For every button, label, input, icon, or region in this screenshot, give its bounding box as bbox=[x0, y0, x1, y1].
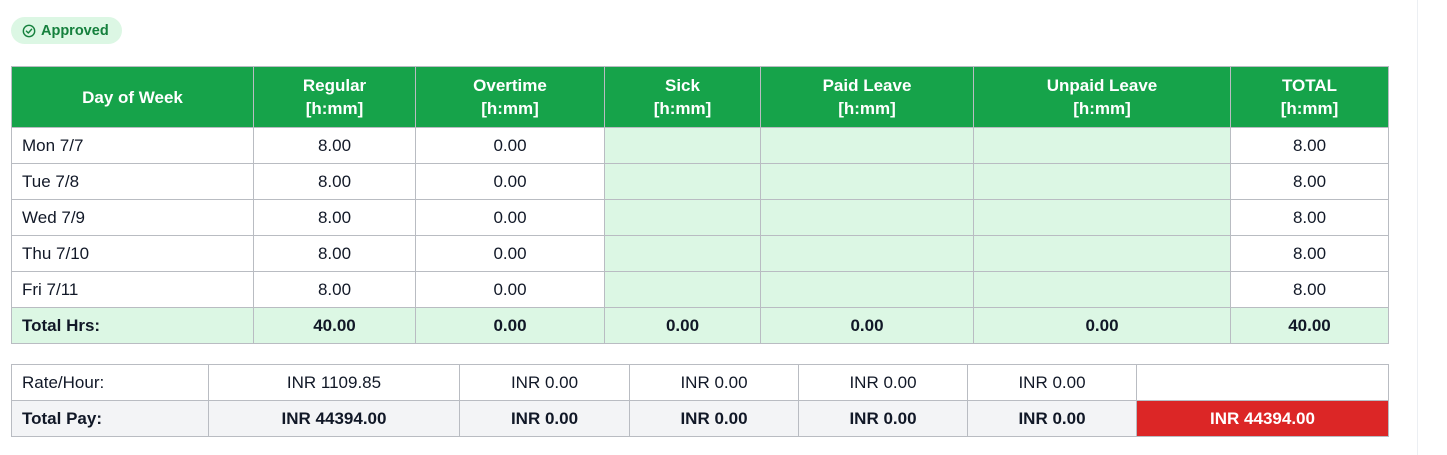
overtime-hours-cell: 0.00 bbox=[415, 271, 605, 308]
grand-total-pay-cell: INR 44394.00 bbox=[1136, 400, 1389, 437]
day-cell: Mon 7/7 bbox=[11, 127, 254, 164]
paid-leave-hours-cell bbox=[760, 163, 974, 200]
regular-hours-cell: 8.00 bbox=[253, 127, 416, 164]
overtime-hours-cell: 0.00 bbox=[415, 235, 605, 272]
column-header-paid-leave: Paid Leave [h:mm] bbox=[760, 66, 974, 128]
total-hours-cell: 8.00 bbox=[1230, 199, 1389, 236]
table-row: Thu 7/10 8.00 0.00 8.00 bbox=[11, 235, 1389, 272]
column-header-total: TOTAL [h:mm] bbox=[1230, 66, 1389, 128]
unpaid-leave-hours-cell bbox=[973, 163, 1231, 200]
day-cell: Tue 7/8 bbox=[11, 163, 254, 200]
paid-leave-rate-cell: INR 0.00 bbox=[798, 364, 968, 401]
column-header-sick: Sick [h:mm] bbox=[604, 66, 761, 128]
total-hours-cell: 8.00 bbox=[1230, 127, 1389, 164]
column-header-unpaid-leave: Unpaid Leave [h:mm] bbox=[973, 66, 1231, 128]
regular-pay-cell: INR 44394.00 bbox=[208, 400, 460, 437]
overtime-hours-cell: 0.00 bbox=[415, 163, 605, 200]
sick-rate-cell: INR 0.00 bbox=[629, 364, 799, 401]
total-pay-label: Total Pay: bbox=[11, 400, 209, 437]
column-header-day: Day of Week bbox=[11, 66, 254, 128]
table-row: Fri 7/11 8.00 0.00 8.00 bbox=[11, 271, 1389, 308]
regular-total-cell: 40.00 bbox=[253, 307, 416, 344]
regular-hours-cell: 8.00 bbox=[253, 163, 416, 200]
paid-leave-hours-cell bbox=[760, 271, 974, 308]
sick-hours-cell bbox=[604, 163, 761, 200]
overtime-hours-cell: 0.00 bbox=[415, 199, 605, 236]
rate-row: Rate/Hour: INR 1109.85 INR 0.00 INR 0.00… bbox=[11, 364, 1389, 401]
check-circle-icon bbox=[22, 24, 36, 38]
overtime-hours-cell: 0.00 bbox=[415, 127, 605, 164]
sick-hours-cell bbox=[604, 271, 761, 308]
sick-hours-cell bbox=[604, 127, 761, 164]
table-row: Mon 7/7 8.00 0.00 8.00 bbox=[11, 127, 1389, 164]
unpaid-leave-rate-cell: INR 0.00 bbox=[967, 364, 1137, 401]
day-cell: Fri 7/11 bbox=[11, 271, 254, 308]
sick-hours-cell bbox=[604, 235, 761, 272]
table-row: Tue 7/8 8.00 0.00 8.00 bbox=[11, 163, 1389, 200]
overtime-pay-cell: INR 0.00 bbox=[459, 400, 630, 437]
regular-rate-cell: INR 1109.85 bbox=[208, 364, 460, 401]
day-cell: Thu 7/10 bbox=[11, 235, 254, 272]
sick-total-cell: 0.00 bbox=[604, 307, 761, 344]
paid-leave-total-cell: 0.00 bbox=[760, 307, 974, 344]
paid-leave-hours-cell bbox=[760, 199, 974, 236]
unpaid-leave-pay-cell: INR 0.00 bbox=[967, 400, 1137, 437]
overtime-rate-cell: INR 0.00 bbox=[459, 364, 630, 401]
total-hours-cell: 8.00 bbox=[1230, 163, 1389, 200]
unpaid-leave-hours-cell bbox=[973, 235, 1231, 272]
paid-leave-hours-cell bbox=[760, 235, 974, 272]
column-header-overtime: Overtime [h:mm] bbox=[415, 66, 605, 128]
regular-hours-cell: 8.00 bbox=[253, 271, 416, 308]
sick-hours-cell bbox=[604, 199, 761, 236]
hours-table: Day of Week Regular [h:mm] Overtime [h:mm]… bbox=[11, 66, 1389, 344]
total-rate-cell bbox=[1136, 364, 1389, 401]
overtime-total-cell: 0.00 bbox=[415, 307, 605, 344]
unpaid-leave-total-cell: 0.00 bbox=[973, 307, 1231, 344]
total-hours-row: Total Hrs: 40.00 0.00 0.00 0.00 0.00 40.… bbox=[11, 307, 1389, 344]
pay-table: Rate/Hour: INR 1109.85 INR 0.00 INR 0.00… bbox=[11, 364, 1389, 437]
table-row: Wed 7/9 8.00 0.00 8.00 bbox=[11, 199, 1389, 236]
total-pay-row: Total Pay: INR 44394.00 INR 0.00 INR 0.0… bbox=[11, 400, 1389, 437]
unpaid-leave-hours-cell bbox=[973, 127, 1231, 164]
grand-total-hours-cell: 40.00 bbox=[1230, 307, 1389, 344]
total-hours-cell: 8.00 bbox=[1230, 235, 1389, 272]
sick-pay-cell: INR 0.00 bbox=[629, 400, 799, 437]
page-divider bbox=[1417, 0, 1418, 455]
total-hours-cell: 8.00 bbox=[1230, 271, 1389, 308]
total-hours-label: Total Hrs: bbox=[11, 307, 254, 344]
day-cell: Wed 7/9 bbox=[11, 199, 254, 236]
status-badge: Approved bbox=[11, 17, 122, 44]
unpaid-leave-hours-cell bbox=[973, 271, 1231, 308]
rate-label: Rate/Hour: bbox=[11, 364, 209, 401]
paid-leave-pay-cell: INR 0.00 bbox=[798, 400, 968, 437]
unpaid-leave-hours-cell bbox=[973, 199, 1231, 236]
regular-hours-cell: 8.00 bbox=[253, 199, 416, 236]
status-label: Approved bbox=[41, 22, 109, 39]
regular-hours-cell: 8.00 bbox=[253, 235, 416, 272]
hours-header-row: Day of Week Regular [h:mm] Overtime [h:mm]… bbox=[11, 66, 1389, 128]
column-header-regular: Regular [h:mm] bbox=[253, 66, 416, 128]
paid-leave-hours-cell bbox=[760, 127, 974, 164]
